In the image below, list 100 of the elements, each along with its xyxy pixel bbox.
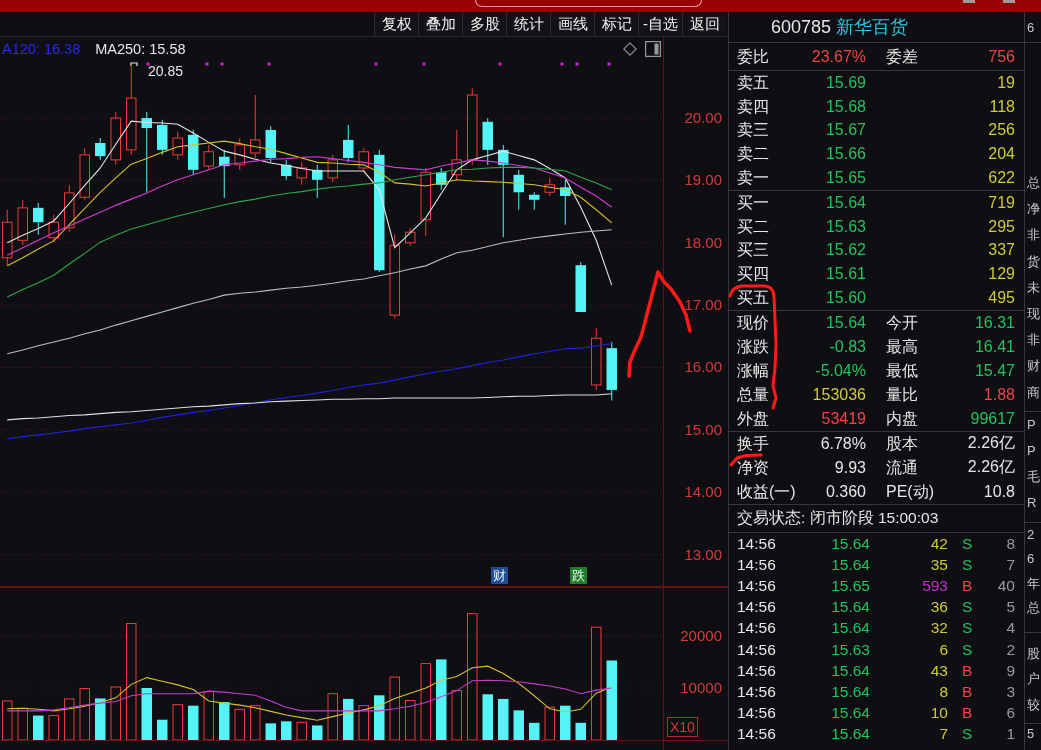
quote-label: PE(动) [886, 483, 934, 500]
cut-off-label: 货 [1027, 252, 1041, 271]
ask-volume: 19 [996, 73, 1015, 92]
tick-side: S [962, 598, 973, 616]
toolbar-button[interactable]: 叠加 [418, 12, 462, 36]
candle [529, 191, 540, 211]
ask-price: 15.69 [824, 73, 866, 92]
candle [250, 94, 261, 159]
cut-off-label: 未 [1027, 278, 1041, 297]
candle [110, 111, 121, 166]
tick-count: 5 [1005, 598, 1015, 617]
tick-volume: 43 [929, 661, 948, 680]
bid-price: 15.63 [824, 217, 866, 236]
volume-unit-label: X10 [667, 717, 698, 737]
quote-value: 53419 [820, 409, 866, 428]
candle [575, 261, 586, 313]
tick-count: 7 [1005, 555, 1015, 574]
volume-bar [203, 691, 214, 741]
volume-bar [141, 688, 152, 740]
volume-bar [374, 695, 385, 740]
cut-off-label: P [1027, 415, 1037, 434]
quote-label: 涨幅 [737, 362, 769, 379]
tick-count: 4 [1005, 619, 1015, 638]
tick-price: 15.64 [830, 682, 870, 701]
toolbar-button[interactable]: 返回 [682, 12, 726, 36]
bid-volume: 337 [987, 241, 1015, 260]
volume-bar [250, 705, 261, 741]
cut-off-label: 非 [1027, 226, 1041, 245]
tick-time: 14:56 [737, 725, 777, 744]
volume-axis-label: 20000 [680, 627, 722, 644]
ask-volume: 118 [988, 97, 1015, 116]
candle [33, 202, 44, 236]
cut-off-label: P [1027, 441, 1037, 460]
cut-off-label: 5 [1027, 725, 1036, 744]
toolbar-button[interactable]: 复权 [374, 12, 418, 36]
sidebar-panel-icon[interactable] [645, 40, 661, 57]
tick-price: 15.64 [830, 598, 870, 617]
high-marker-icon [130, 62, 138, 67]
ask-level-label: 卖一 [737, 170, 769, 187]
bid-volume: 719 [987, 193, 1015, 212]
cut-off-label: 股 [1027, 644, 1041, 663]
toolbar-button[interactable]: 标记 [594, 12, 638, 36]
volume-bar [405, 700, 416, 741]
bid-price: 15.61 [824, 265, 866, 284]
candle [513, 169, 524, 211]
quote-label: 委差 [886, 48, 918, 65]
ask-price: 15.65 [824, 169, 866, 188]
tick-count: 40 [996, 576, 1015, 595]
quote-label: 最低 [886, 362, 918, 379]
volume-bar [219, 702, 230, 740]
tick-side: B [962, 704, 973, 722]
quote-value: 10.8 [982, 482, 1015, 501]
toolbar-button[interactable]: 多股 [462, 12, 506, 36]
toolbar-button[interactable]: 统计 [506, 12, 550, 36]
tick-time: 14:56 [737, 555, 777, 574]
volume-bar [296, 721, 307, 741]
quote-label: 流通 [886, 459, 918, 476]
tick-side: S [962, 555, 973, 573]
volume-bar [389, 676, 400, 741]
toolbar-button[interactable]: 画线 [550, 12, 594, 36]
volume-bar [327, 693, 338, 741]
bid-level-label: 买一 [737, 194, 769, 211]
bid-volume: 295 [987, 217, 1015, 236]
price-axis-label: 17.00 [684, 296, 722, 314]
candle [188, 129, 199, 176]
quote-value: 2.26亿 [966, 433, 1015, 454]
candle [234, 137, 245, 171]
tick-time: 14:56 [737, 640, 777, 659]
quote-label: 现价 [737, 314, 769, 331]
moving-average-legend: MA250: 15.58 [95, 40, 186, 57]
candle [203, 144, 214, 171]
tick-volume: 593 [921, 576, 948, 595]
volume-bar [343, 698, 354, 740]
candle [95, 137, 106, 161]
tick-volume: 32 [929, 619, 948, 638]
event-badge: 跌 [570, 567, 587, 584]
quote-label: 今开 [886, 314, 918, 331]
quote-value: 9.93 [833, 458, 866, 477]
tick-time: 14:56 [737, 619, 777, 638]
cut-off-label: 6 [1027, 19, 1036, 35]
diamond-icon[interactable] [623, 41, 637, 56]
ask-price: 15.67 [824, 121, 866, 140]
cut-off-label: 非 [1027, 331, 1041, 350]
bid-price: 15.64 [824, 193, 866, 212]
tick-side: B [962, 661, 973, 679]
candle [64, 184, 75, 233]
price-axis-label: 19.00 [684, 171, 722, 189]
candle [544, 177, 555, 197]
volume-bar [95, 698, 106, 740]
quote-label: 涨跌 [737, 338, 769, 355]
quote-value: 153036 [811, 385, 866, 404]
volume-bar [188, 705, 199, 740]
tick-volume: 6 [938, 640, 948, 659]
toolbar-button[interactable]: -自选 [638, 12, 682, 36]
candle [405, 227, 416, 247]
cut-off-label: 毛 [1027, 467, 1041, 486]
ask-level-label: 卖二 [737, 146, 769, 163]
tick-volume: 10 [929, 704, 948, 723]
price-axis-label: 16.00 [684, 358, 722, 376]
cut-off-label: 户 [1027, 670, 1041, 689]
